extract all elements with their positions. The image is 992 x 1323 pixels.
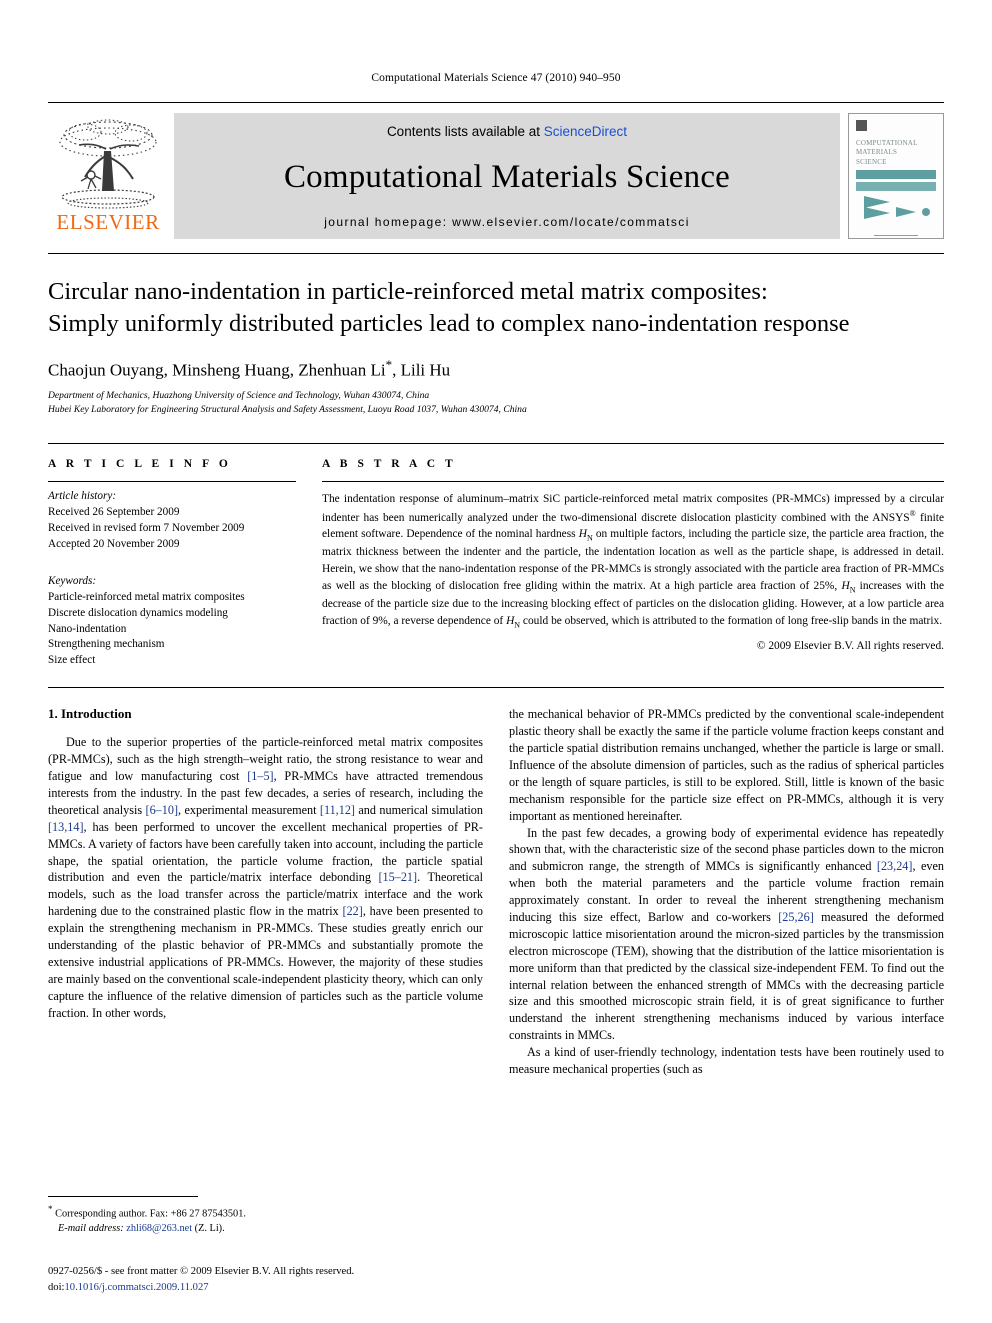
citation-ref[interactable]: [23,24] [877, 859, 913, 873]
paragraph: As a kind of user-friendly technology, i… [509, 1045, 944, 1076]
footer-issn-block: 0927-0256/$ - see front matter © 2009 El… [48, 1264, 608, 1295]
doi-prefix: doi: [48, 1281, 65, 1293]
paragraph: In the past few decades, a growing body … [509, 825, 944, 1045]
info-abstract-block: A R T I C L E I N F O Article history: R… [48, 443, 944, 669]
sciencedirect-link[interactable]: ScienceDirect [544, 124, 627, 139]
paragraph: the mechanical behavior of PR-MMCs predi… [509, 707, 944, 823]
author-list: Chaojun Ouyang, Minsheng Huang, Zhenhuan… [48, 357, 944, 381]
keyword-item: Particle-reinforced metal matrix composi… [48, 590, 245, 603]
corresponding-author-footnote: * Corresponding author. Fax: +86 27 8754… [48, 1195, 483, 1237]
cover-title-line3: SCIENCE [856, 157, 887, 166]
contents-available-line: Contents lists available at ScienceDirec… [387, 124, 627, 139]
body-column-right: the mechanical behavior of PR-MMCs predi… [509, 706, 944, 1078]
cover-title-line1: COMPUTATIONAL [856, 139, 918, 147]
citation-ref[interactable]: [25,26] [778, 910, 814, 924]
article-title-line-2: Simply uniformly distributed particles l… [48, 310, 850, 338]
journal-homepage-link[interactable]: journal homepage: www.elsevier.com/locat… [324, 215, 690, 229]
doi-link[interactable]: 10.1016/j.commatsci.2009.11.027 [64, 1282, 208, 1293]
masthead-center-panel: Contents lists available at ScienceDirec… [174, 113, 840, 239]
keyword-item: Strengthening mechanism [48, 638, 165, 651]
cover-divider [874, 235, 918, 237]
citation-ref[interactable]: [6–10] [146, 803, 179, 817]
abstract-part-5: could be observed, which is attributed t… [520, 614, 943, 627]
issn-copyright-line: 0927-0256/$ - see front matter © 2009 El… [48, 1266, 355, 1278]
journal-masthead: ELSEVIER Contents lists available at Sci… [48, 102, 944, 239]
affiliations: Department of Mechanics, Huazhong Univer… [48, 389, 944, 417]
cover-mesh-icon [864, 196, 930, 220]
doi-line: doi:10.1016/j.commatsci.2009.11.027 [48, 1280, 608, 1295]
article-history: Article history: Received 26 September 2… [48, 489, 296, 553]
article-history-label: Article history: [48, 490, 117, 503]
paper-page: Computational Materials Science 47 (2010… [0, 0, 992, 1323]
abstract-column: A B S T R A C T The indentation response… [322, 458, 944, 669]
journal-cover-thumbnail: COMPUTATIONAL MATERIALS SCIENCE Availabl… [848, 113, 944, 239]
text-run: , experimental measurement [178, 802, 320, 817]
body-columns: 1. Introduction Due to the superior prop… [48, 706, 944, 1078]
elsevier-wordmark: ELSEVIER [56, 210, 160, 234]
keyword-item: Size effect [48, 654, 96, 667]
email-address-label: E-mail address: [58, 1223, 124, 1235]
cover-title-line2: MATERIALS [856, 148, 898, 157]
citation-ref[interactable]: [1–5] [247, 769, 273, 783]
text-run: and numerical simulation [354, 802, 483, 817]
keywords-label: Keywords: [48, 574, 97, 587]
citation-ref[interactable]: [11,12] [320, 803, 355, 817]
section-title-introduction: 1. Introduction [48, 706, 132, 722]
keyword-item: Nano-indentation [48, 622, 127, 635]
cover-logo-square [856, 120, 867, 131]
citation-ref[interactable]: [15–21] [379, 870, 418, 884]
article-info-column: A R T I C L E I N F O Article history: R… [48, 458, 296, 669]
article-title-line-1: Circular nano-indentation in particle-re… [48, 278, 768, 305]
body-column-left: 1. Introduction Due to the superior prop… [48, 706, 483, 1078]
article-info-heading: A R T I C L E I N F O [48, 458, 232, 471]
abstract-divider [322, 481, 944, 483]
footnote-divider [48, 1195, 198, 1197]
email-owner: (Z. Li). [192, 1223, 225, 1235]
abstract-part-1: The indentation response of aluminum–mat… [322, 493, 944, 524]
keyword-item: Discrete dislocation dynamics modeling [48, 606, 228, 619]
article-info-divider [48, 481, 296, 483]
history-item: Received 26 September 2009 [48, 506, 180, 519]
contents-prefix: Contents lists available at [386, 124, 544, 139]
hn-symbol: H [578, 528, 587, 541]
text-run: measured the deformed microscopic lattic… [509, 909, 944, 1043]
title-divider [48, 253, 944, 254]
paragraph: Due to the superior properties of the pa… [48, 734, 483, 1021]
authors-tail: , Lili Hu [392, 360, 451, 380]
citation-ref[interactable]: [22] [343, 904, 363, 918]
abstract-text: The indentation response of aluminum–mat… [322, 491, 944, 631]
body-divider [48, 687, 944, 689]
cover-graphic [856, 170, 936, 225]
footnote-contact-text: Corresponding author. Fax: +86 27 875435… [52, 1208, 246, 1220]
email-link[interactable]: zhli68@263.net [126, 1223, 192, 1234]
cover-band-1 [856, 170, 936, 180]
affiliation-2: Hubei Key Laboratory for Engineering Str… [48, 404, 527, 416]
authors-main: Chaojun Ouyang, Minsheng Huang, Zhenhuan… [48, 360, 386, 380]
cover-title-text: COMPUTATIONAL MATERIALS SCIENCE [856, 139, 936, 167]
page-title: Circular nano-indentation in particle-re… [48, 276, 944, 341]
footnote-line-1: * Corresponding author. Fax: +86 27 8754… [48, 1203, 483, 1222]
hn-symbol: H [841, 580, 850, 593]
history-item: Received in revised form 7 November 2009 [48, 521, 245, 534]
affiliation-1: Department of Mechanics, Huazhong Univer… [48, 390, 430, 402]
running-head: Computational Materials Science 47 (2010… [371, 72, 621, 84]
journal-title: Computational Materials Science [283, 158, 731, 195]
citation-ref[interactable]: [13,14] [48, 820, 84, 834]
abstract-copyright: © 2009 Elsevier B.V. All rights reserved… [756, 639, 944, 652]
cover-band-2 [856, 182, 936, 192]
keywords-list: Particle-reinforced metal matrix composi… [48, 590, 296, 670]
elsevier-tree-icon [59, 119, 157, 209]
abstract-heading: A B S T R A C T [322, 458, 457, 471]
text-run: , have been presented to explain the str… [48, 904, 483, 1020]
history-item: Accepted 20 November 2009 [48, 537, 180, 550]
footnote-email-line: E-mail address: zhli68@263.net (Z. Li). [48, 1222, 483, 1237]
elsevier-logo: ELSEVIER [48, 113, 168, 239]
